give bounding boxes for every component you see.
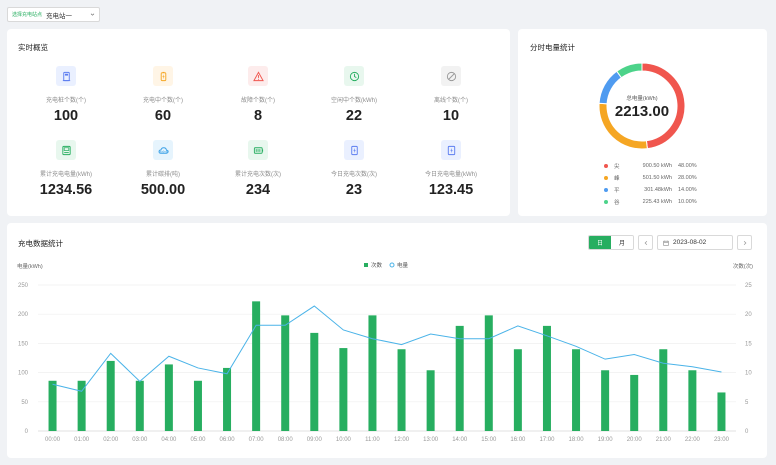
legend-name: 谷 [614,200,620,206]
total-energy-label: 总电量(kWh) [626,96,658,102]
chevron-down-icon [90,13,95,16]
svg-text:#3aa0e6O2: #3aa0e6O2 [158,150,169,153]
kpi-label: 累计充电电量(kWh) [40,172,92,178]
legend-item: 谷 225.43 kWh 10.00% [604,198,697,206]
legend-dot [604,200,608,204]
kpi-warning: 故障个数(个) 8 [210,66,306,124]
kpi-value: 22 [345,108,363,124]
kpi-label: 故障个数(个) [241,98,275,104]
clock-icon [344,66,364,86]
period-tabs: 日 月 [588,235,634,250]
today-energy-icon [441,140,461,160]
legend-kwh: 900.50 kWh [642,163,672,169]
chevron-right-icon [743,240,746,245]
kpi-label: 今日充电次数(次) [331,172,377,178]
battery-count-icon [248,140,268,160]
calendar-icon [663,240,669,246]
donut-slice [616,62,643,79]
charger-pile-icon [56,66,76,86]
overview-card: 实时概览 充电桩个数(个) 100 充电中个数(个) 60 故障个数(个) 8 空闲中个数(… [7,29,510,216]
kpi-today-energy: 今日充电电量(kWh) 123.45 [403,140,499,198]
legend-dot [604,176,608,180]
charging-battery-icon [153,66,173,86]
tab-day[interactable]: 日 [589,236,611,249]
legend-item: 峰 501.50 kWh 28.00% [604,174,697,182]
kpi-value: 500.00 [140,182,186,198]
warning-icon [248,66,268,86]
kpi-label: 充电桩个数(个) [46,98,86,104]
legend-percent: 10.00% [678,199,697,205]
kpi-value: 123.45 [428,182,474,198]
station-select-label: 选择充电站点 [12,12,43,18]
co2-cloud-icon: #3aa0e6O2 [153,140,173,160]
legend-name: 尖 [614,164,620,170]
kpi-value: 1234.56 [39,182,93,198]
overview-title: 实时概览 [18,43,48,52]
kpi-today-charge: 今日充电次数(次) 23 [306,140,402,198]
kpi-label: 空闲中个数(kWh) [331,98,377,104]
legend-item: 平 301.48kWh 14.00% [604,186,697,194]
kpi-label: 充电中个数(个) [143,98,183,104]
kpi-label: 离线个数(个) [434,98,468,104]
total-energy-value: 2213.00 [614,103,670,120]
tab-month[interactable]: 月 [611,236,633,249]
legend-percent: 28.00% [678,175,697,181]
kpi-battery-count: 累计充电次数(次) 234 [210,140,306,198]
date-value: 2023-08-02 [673,239,707,246]
kpi-value: 100 [53,108,79,124]
kpi-offline: 离线个数(个) 10 [403,66,499,124]
station-select[interactable]: 选择充电站点 充电站一 [7,7,100,22]
legend-kwh: 225.43 kWh [642,199,672,205]
legend-dot [604,164,608,168]
kpi-charger-pile: 充电桩个数(个) 100 [18,66,114,124]
kpi-value: 234 [245,182,271,198]
legend-name: 平 [614,188,620,194]
station-select-value: 充电站一 [46,12,73,20]
kpi-label: 今日充电电量(kWh) [425,172,477,178]
next-date-button[interactable] [737,235,752,250]
today-charge-icon [344,140,364,160]
legend-percent: 14.00% [678,187,697,193]
kpi-label: 累计碳排(吨) [146,172,180,178]
legend-item: 尖 900.50 kWh 48.00% [604,162,697,170]
offline-icon [441,66,461,86]
kpi-clock: 空闲中个数(kWh) 22 [306,66,402,124]
legend-name: 峰 [614,176,620,182]
kpi-meter: 累计充电电量(kWh) 1234.56 [18,140,114,198]
kpi-value: 10 [442,108,460,124]
legend-kwh: 501.50 kWh [642,175,672,181]
kpi-co2-cloud: #3aa0e6O2 累计碳排(吨) 500.00 [115,140,211,198]
meter-icon [56,140,76,160]
kpi-value: 8 [253,108,263,124]
stats-card: 充电数据统计 [7,223,767,458]
legend-kwh: 301.48kWh [644,187,672,193]
kpi-charging-battery: 充电中个数(个) 60 [115,66,211,124]
kpi-value: 23 [345,182,363,198]
kpi-value: 60 [154,108,172,124]
stats-title: 充电数据统计 [18,239,63,248]
chevron-left-icon [644,240,647,245]
timeshare-card: 分时电量统计 总电量(kWh) 2213.00 尖 900.50 kWh 48.00… [518,29,767,216]
kpi-label: 累计充电次数(次) [235,172,281,178]
date-picker[interactable]: 2023-08-02 [657,235,733,250]
prev-date-button[interactable] [638,235,653,250]
legend-percent: 48.00% [678,163,697,169]
legend-dot [604,188,608,192]
